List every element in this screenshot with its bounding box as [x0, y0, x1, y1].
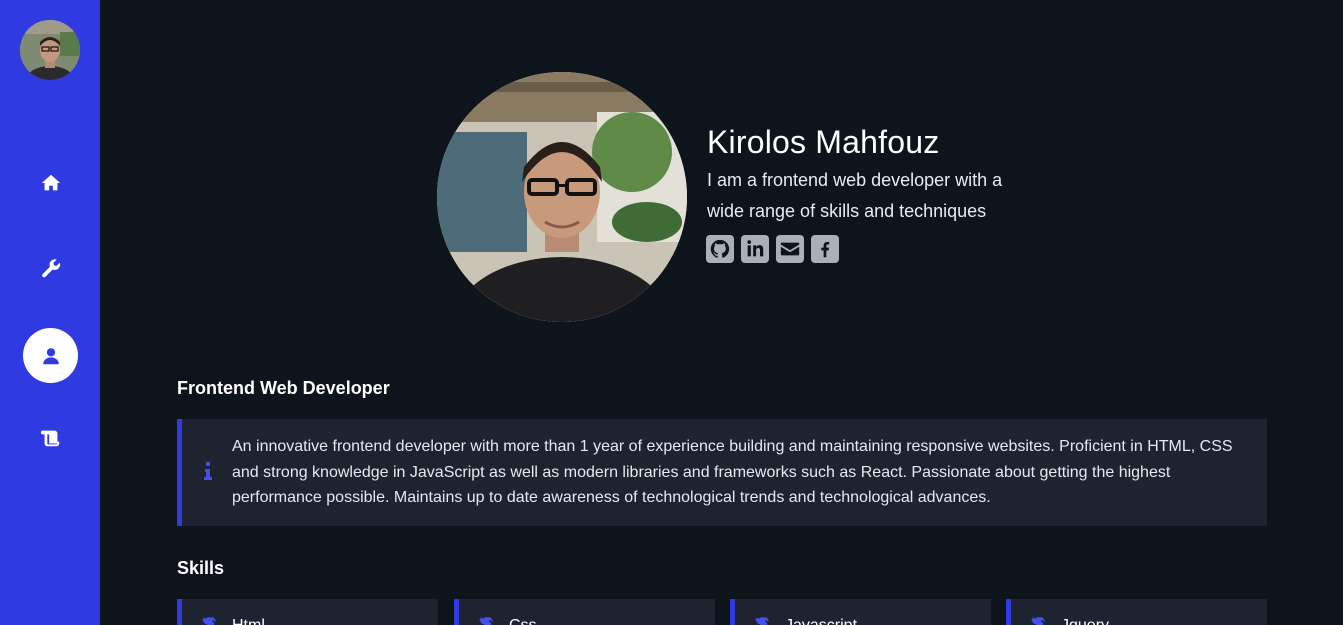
- github-link[interactable]: [706, 235, 734, 263]
- tools-icon: [200, 616, 218, 625]
- tools-icon: [753, 616, 771, 625]
- skill-card-javascript: Javascript: [730, 599, 991, 625]
- scroll-icon: [40, 430, 59, 446]
- profile-image: [437, 72, 687, 322]
- tools-icon: [477, 616, 495, 625]
- hero-name: Kirolos Mahfouz: [707, 124, 940, 160]
- skill-label: Css: [509, 617, 537, 625]
- skills-list: Html Css Javascript Jquery: [177, 599, 1267, 625]
- skill-card-css: Css: [454, 599, 715, 625]
- home-icon: [41, 174, 60, 190]
- skill-card-jquery: Jquery: [1006, 599, 1267, 625]
- about-text: An innovative frontend developer with mo…: [232, 438, 1233, 506]
- nav-home[interactable]: [23, 155, 78, 210]
- facebook-icon: [821, 241, 830, 258]
- about-card: An innovative frontend developer with mo…: [177, 419, 1267, 526]
- tools-icon: [1029, 616, 1047, 625]
- skill-card-html: Html: [177, 599, 438, 625]
- profile-photo: [437, 72, 687, 322]
- sidebar-avatar[interactable]: [20, 20, 80, 80]
- wrench-icon: [41, 258, 60, 277]
- skill-label: Javascript: [785, 617, 857, 625]
- github-icon: [710, 239, 730, 258]
- nav-skills[interactable]: [23, 240, 78, 295]
- avatar-image: [20, 20, 80, 80]
- skills-title: Skills: [177, 558, 225, 578]
- sidebar: [0, 0, 100, 625]
- linkedin-link[interactable]: [741, 235, 769, 263]
- envelope-icon: [780, 242, 800, 256]
- user-icon: [42, 347, 59, 364]
- hero-tagline: I am a frontend web developer with a wid…: [707, 170, 1003, 221]
- email-link[interactable]: [776, 235, 804, 263]
- nav-resume[interactable]: [23, 410, 78, 465]
- role-title: Frontend Web Developer: [177, 378, 390, 398]
- skill-label: Html: [232, 617, 265, 625]
- social-links: [706, 235, 839, 263]
- skill-label: Jquery: [1061, 617, 1109, 625]
- info-icon: [202, 461, 214, 481]
- nav-about[interactable]: [23, 328, 78, 383]
- linkedin-icon: [747, 240, 764, 257]
- facebook-link[interactable]: [811, 235, 839, 263]
